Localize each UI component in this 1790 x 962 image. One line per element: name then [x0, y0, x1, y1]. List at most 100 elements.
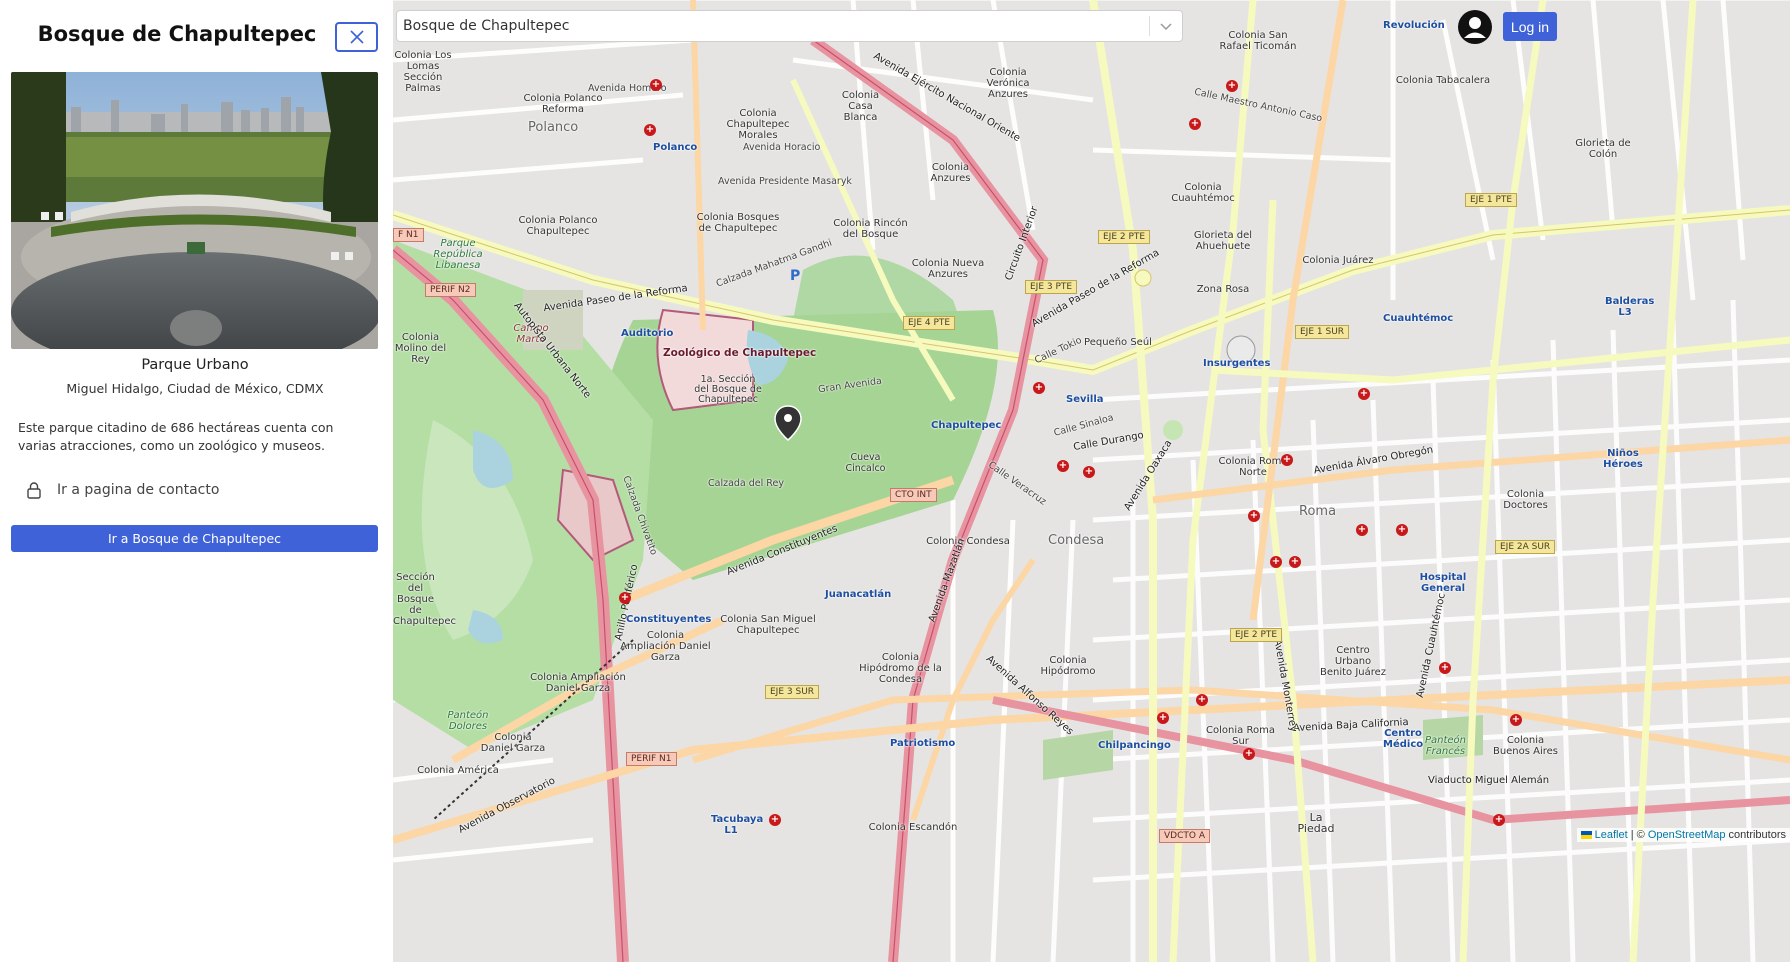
go-to-place-button[interactable]: Ir a Bosque de Chapultepec: [11, 525, 378, 552]
station-juanacatlan: Juanacatlán: [825, 589, 892, 600]
lock-icon: [22, 478, 46, 502]
area-chapultepec-morales: Colonia Chapultepec Morales: [726, 108, 790, 141]
user-avatar-icon[interactable]: [1457, 9, 1493, 45]
map-pin-icon[interactable]: [774, 405, 802, 441]
area-hipodromo-condesa: Colonia Hipódromo de la Condesa: [859, 652, 942, 685]
shield-eje2: EJE 2 PTE: [1098, 230, 1151, 244]
hospital-icon: +: [1189, 118, 1201, 130]
area-casa-blanca: Colonia Casa Blanca: [841, 90, 880, 123]
station-centro-medico: Centro Médico: [1383, 728, 1424, 750]
area-buenos-aires: Colonia Buenos Aires: [1492, 735, 1559, 757]
hospital-icon: +: [1493, 814, 1505, 826]
shield-eje4: EJE 4 PTE: [903, 316, 956, 330]
hospital-icon: +: [1248, 510, 1260, 522]
hospital-icon: +: [1289, 556, 1301, 568]
station-hospital-general: Hospital General: [1419, 572, 1467, 594]
area-glorieta-colon: Glorieta de Colón: [1575, 138, 1631, 160]
hospital-icon: +: [1157, 712, 1169, 724]
shield-eje2a: EJE 2A SUR: [1495, 540, 1556, 554]
area-roma-sur: Colonia Roma Sur: [1206, 725, 1275, 747]
station-balderas: Balderas L3: [1605, 296, 1655, 318]
area-roma-norte: Colonia Roma Norte: [1218, 456, 1288, 478]
road-calzada-rey: Calzada del Rey: [708, 478, 784, 489]
station-cuauhtemoc: Cuauhtémoc: [1383, 313, 1454, 324]
hospital-icon: +: [1033, 382, 1045, 394]
hospital-icon: +: [1281, 454, 1293, 466]
parking-icon: P: [790, 268, 801, 284]
area-san-miguel: Colonia San Miguel Chapultepec: [720, 614, 816, 636]
station-sevilla: Sevilla: [1066, 394, 1104, 405]
area-parque-republica: Parque República Libanesa: [433, 238, 483, 271]
area-hipodromo: Colonia Hipódromo: [1040, 655, 1096, 677]
attribution-separator: | ©: [1627, 829, 1648, 841]
hospital-icon: +: [650, 79, 662, 91]
hospital-icon: +: [1083, 466, 1095, 478]
area-polanco-reforma: Colonia Polanco Reforma: [523, 93, 603, 115]
shield-perif-n1: PERIF N1: [626, 752, 677, 766]
area-colonia-condesa: Colonia Condesa: [926, 536, 1010, 547]
station-ninos-heroes: Niños Héroes: [1603, 448, 1643, 470]
area-condesa: Condesa: [1048, 533, 1105, 548]
station-polanco: Polanco: [653, 142, 698, 153]
station-chilpancingo: Chilpancingo: [1098, 740, 1171, 751]
close-button[interactable]: [335, 22, 378, 52]
shield-cto-int: CTO INT: [890, 488, 937, 502]
area-molino: Colonia Molino del Rey: [394, 332, 447, 365]
search-input[interactable]: [397, 11, 1149, 41]
hospital-icon: +: [1196, 694, 1208, 706]
ukraine-flag-icon: [1580, 831, 1592, 840]
station-tacubaya: Tacubaya L1: [711, 814, 764, 836]
osm-link[interactable]: OpenStreetMap: [1648, 829, 1726, 841]
shield-eje3: EJE 3 PTE: [1025, 280, 1078, 294]
hospital-icon: +: [1243, 748, 1255, 760]
attribution-suffix: contributors: [1725, 829, 1786, 841]
hospital-icon: +: [1358, 388, 1370, 400]
area-ampliacion-daniel-2: Colonia Ampliación Daniel Garza: [530, 672, 626, 694]
area-lomas: Colonia Los Lomas Sección Palmas: [394, 50, 452, 94]
area-roma: Roma: [1299, 504, 1337, 519]
shield-f-n1: F N1: [393, 228, 424, 242]
hospital-icon: +: [1510, 714, 1522, 726]
hospital-icon: +: [1270, 556, 1282, 568]
search-box[interactable]: [396, 10, 1183, 42]
label-cueva-cincalco: Cueva Cincalco: [845, 452, 886, 474]
leaflet-link[interactable]: Leaflet: [1595, 829, 1628, 841]
station-auditorio: Auditorio: [621, 328, 674, 339]
area-anzures: Colonia Anzures: [930, 162, 971, 184]
area-polanco: Polanco: [528, 120, 579, 135]
hospital-icon: +: [1356, 524, 1368, 536]
road-masaryk: Avenida Presidente Masaryk: [718, 176, 852, 187]
place-title: Bosque de Chapultepec: [37, 22, 317, 46]
contact-link-label: Ir a pagina de contacto: [57, 482, 220, 498]
area-pequeno-seul: Pequeño Seúl: [1084, 337, 1152, 348]
area-zona-rosa: Zona Rosa: [1196, 284, 1250, 295]
area-daniel-garza: Colonia Daniel Garza: [480, 732, 546, 754]
area-bosques-chapultepec: Colonia Bosques de Chapultepec: [696, 212, 780, 234]
road-viaducto: Viaducto Miguel Alemán: [1428, 775, 1550, 786]
shield-perif-n2: PERIF N2: [425, 283, 476, 297]
area-la-piedad: La Piedad: [1297, 811, 1335, 835]
hospital-icon: +: [1396, 524, 1408, 536]
area-veronica-anzures: Colonia Verónica Anzures: [986, 67, 1030, 100]
area-tabacalera: Colonia Tabacalera: [1395, 75, 1491, 86]
hospital-icon: +: [619, 592, 631, 604]
area-glorieta-ahuehuete: Glorieta del Ahuehuete: [1193, 230, 1253, 252]
login-button[interactable]: Log in: [1503, 12, 1557, 41]
area-juarez: Colonia Juárez: [1302, 255, 1374, 266]
shield-vdcto: VDCTO A: [1159, 829, 1210, 843]
contact-link[interactable]: Ir a pagina de contacto: [22, 478, 219, 502]
chevron-down-icon[interactable]: [1150, 11, 1182, 41]
close-icon: [349, 30, 364, 44]
area-seccion-bosque: Sección del Bosque de Chapultepec: [393, 572, 456, 627]
place-photo: [11, 72, 378, 349]
map-view[interactable]: Polanco Condesa Roma Colonia Polanco Ref…: [393, 0, 1790, 962]
hospital-icon: +: [644, 124, 656, 136]
area-ampliacion-daniel: Colonia Ampliación Daniel Garza: [620, 630, 711, 663]
label-primera-seccion: 1a. Sección del Bosque de Chapultepec: [694, 374, 762, 405]
area-panteon-dolores: Panteón Dolores: [447, 710, 489, 732]
area-polanco-chapultepec: Colonia Polanco Chapultepec: [518, 215, 598, 237]
road-avenida-horacio: Avenida Horacio: [743, 142, 821, 153]
place-category: Parque Urbano: [141, 357, 249, 373]
hospital-icon: +: [1057, 460, 1069, 472]
map-attribution: Leaflet | © OpenStreetMap contributors: [1576, 828, 1790, 842]
